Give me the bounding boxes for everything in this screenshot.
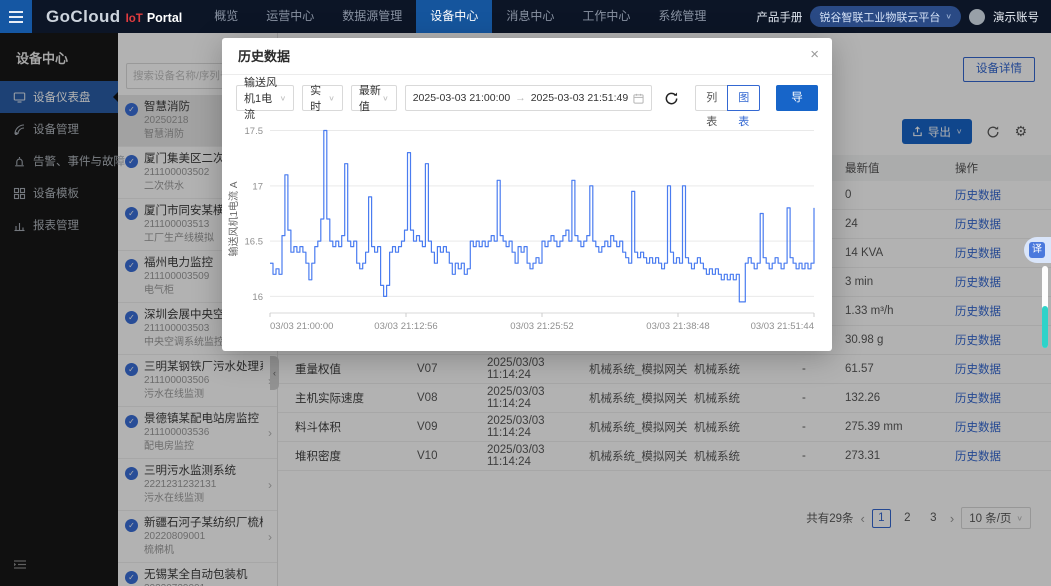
svg-text:03/03 21:38:48: 03/03 21:38:48 [646,321,709,332]
view-toggle: 列表 图表 [695,85,760,111]
chevron-down-icon: ∨ [280,94,287,103]
svg-text:输送风机1电流 A: 输送风机1电流 A [227,181,240,256]
topnav-item[interactable]: 运营中心 [252,0,328,33]
svg-text:03/03 21:00:00: 03/03 21:00:00 [270,321,333,332]
chevron-down-icon: ∨ [382,94,389,103]
translate-float-button[interactable]: 译 [1024,237,1051,263]
svg-text:03/03 21:51:44: 03/03 21:51:44 [751,321,814,332]
modal-controls: 输送风机1电流 ∨ 实时 ∨ 最新值 ∨ 2025-03-03 21:00:00… [222,75,832,113]
top-navigation: 概览 运营中心 数据源管理 设备中心 消息中心 工 [200,0,720,33]
topnav-item-label: 系统管理 [658,9,706,23]
refresh-icon[interactable] [664,91,679,106]
logo-iot: IoT [126,13,143,25]
topnav-item[interactable]: 设备中心 [416,0,492,33]
svg-text:16: 16 [252,292,263,303]
aggregation-select[interactable]: 最新值 ∨ [351,85,397,111]
mode-select[interactable]: 实时 ∨ [302,85,343,111]
custom-scrollbar[interactable] [1042,266,1048,348]
topnav-item[interactable]: 概览 [200,0,252,33]
platform-select-value: 锐谷智联工业物联云平台 [819,9,940,25]
topnav-item-label: 数据源管理 [342,9,402,23]
app-logo: GoCloud IoT Portal [46,7,182,27]
logo-gocloud: GoCloud [46,7,121,27]
chevron-down-icon: ∨ [328,94,335,103]
modal-export-button[interactable]: 导出 [776,85,818,111]
topnav-item[interactable]: 系统管理 [644,0,720,33]
chart-container: 16 16.5 17 17.5 03/03 21:00:00 03/03 21:12:56… [222,113,832,348]
topbar: GoCloud IoT Portal 概览 运营中心 数据源管理 设备中心 [0,0,1051,33]
history-data-modal: 历史数据 × 输送风机1电流 ∨ 实时 ∨ 最新值 ∨ 2025-03-03 2… [222,38,832,351]
scrollbar-thumb[interactable] [1042,306,1048,348]
product-manual-link[interactable]: 产品手册 [756,9,802,25]
topbar-right: 产品手册 锐谷智联工业物联云平台 ∨ 演示账号 [756,6,1051,27]
view-toggle-chart[interactable]: 图表 [727,85,760,111]
hamburger-menu-icon[interactable] [0,0,32,33]
calendar-icon [633,93,644,104]
chevron-down-icon: ∨ [945,12,952,21]
aggregation-select-value: 最新值 [359,82,382,114]
close-icon[interactable]: × [810,46,819,63]
topnav-item[interactable]: 消息中心 [492,0,568,33]
topnav-item-label: 设备中心 [430,9,478,23]
date-range-picker[interactable]: 2025-03-03 21:00:00 → 2025-03-03 21:51:4… [405,85,653,111]
topnav-item[interactable]: 工作中心 [568,0,644,33]
avatar[interactable] [969,9,985,25]
account-name[interactable]: 演示账号 [993,9,1039,25]
range-end: 2025-03-03 21:51:49 [531,92,629,104]
platform-select[interactable]: 锐谷智联工业物联云平台 ∨ [810,6,961,27]
topnav-item-label: 运营中心 [266,9,314,23]
attribute-select[interactable]: 输送风机1电流 ∨ [236,85,294,111]
topnav-item-label: 工作中心 [582,9,630,23]
app-screen: GoCloud IoT Portal 概览 运营中心 数据源管理 设备中心 [0,0,1051,586]
topnav-item-label: 概览 [214,9,238,23]
range-start: 2025-03-03 21:00:00 [413,92,511,104]
logo-portal: Portal [147,11,182,25]
topnav-item-label: 消息中心 [506,9,554,23]
translate-icon: 译 [1029,242,1045,258]
history-chart: 16 16.5 17 17.5 03/03 21:00:00 03/03 21:12:56… [224,115,830,343]
modal-title: 历史数据 [222,38,832,75]
arrow-right-icon: → [515,92,526,104]
svg-text:17.5: 17.5 [245,126,264,137]
svg-text:17: 17 [252,181,263,192]
svg-text:16.5: 16.5 [245,237,264,248]
mode-select-value: 实时 [310,82,328,114]
svg-text:03/03 21:25:52: 03/03 21:25:52 [510,321,573,332]
svg-text:03/03 21:12:56: 03/03 21:12:56 [374,321,437,332]
topnav-item[interactable]: 数据源管理 [328,0,416,33]
view-toggle-list[interactable]: 列表 [695,85,728,111]
